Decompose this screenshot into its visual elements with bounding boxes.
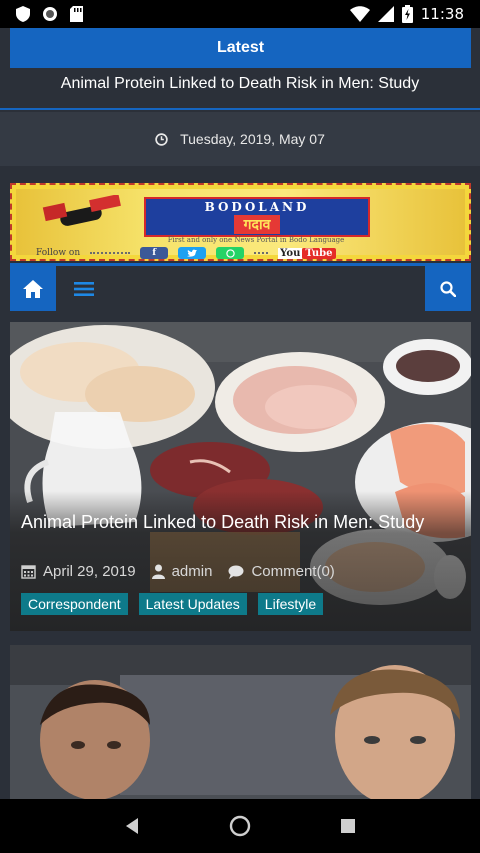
facebook-icon: f — [140, 247, 169, 259]
status-right: 11:38 — [349, 5, 464, 23]
status-bar: 11:38 — [0, 0, 480, 28]
article-image — [10, 645, 471, 800]
app-screen: 11:38 Latest Animal Protein Linked to De… — [0, 0, 480, 853]
system-nav-bar — [0, 799, 480, 853]
latest-section: Latest Animal Protein Linked to Death Ri… — [0, 28, 480, 110]
circle-icon — [43, 7, 57, 21]
recents-icon[interactable] — [340, 818, 356, 834]
home-circle-icon[interactable] — [229, 815, 251, 837]
battery-icon — [401, 5, 413, 23]
follow-label: Follow on — [36, 248, 81, 258]
main-navbar — [10, 263, 471, 311]
article-meta: April 29, 2019 admin Comment(0) — [21, 563, 335, 580]
tag-lifestyle[interactable]: Lifestyle — [257, 593, 324, 615]
user-icon — [151, 564, 165, 579]
bodoland-banner[interactable]: BODOLAND गदाव First and only one News Po… — [10, 183, 471, 261]
article-card[interactable] — [10, 645, 471, 800]
sd-card-icon — [70, 6, 83, 22]
twitter-icon — [178, 247, 207, 259]
wifi-icon — [349, 6, 370, 22]
article-title[interactable]: Animal Protein Linked to Death Risk in M… — [21, 508, 461, 536]
tag-correspondent[interactable]: Correspondent — [21, 593, 128, 615]
shield-icon — [16, 6, 30, 22]
banner-subtitle: गदाव — [233, 215, 281, 234]
banner-follow-row: Follow on f You Tube — [36, 246, 445, 259]
signal-icon — [377, 6, 394, 22]
banner-title-box: BODOLAND गदाव — [144, 197, 370, 237]
youtube-icon: You Tube — [278, 247, 336, 259]
latest-label: Latest — [10, 28, 471, 68]
clock-icon — [155, 132, 168, 146]
article-tags: Correspondent Latest Updates Lifestyle — [21, 593, 324, 615]
latest-ticker-link[interactable]: Animal Protein Linked to Death Risk in M… — [0, 75, 480, 93]
search-icon — [440, 280, 456, 297]
divider — [254, 252, 269, 254]
banner-tagline: First and only one News Portal in Bodo L… — [167, 236, 345, 244]
search-button[interactable] — [425, 266, 471, 311]
banner-title: BODOLAND — [204, 200, 310, 214]
status-left — [16, 6, 83, 22]
menu-button[interactable] — [66, 266, 102, 311]
banner-background: BODOLAND गदाव First and only one News Po… — [16, 189, 465, 259]
article-author[interactable]: admin — [151, 563, 212, 580]
date-row: Tuesday, 2019, May 07 — [0, 112, 480, 166]
microphone-icon — [42, 195, 121, 226]
whatsapp-icon — [216, 247, 245, 259]
article-date: April 29, 2019 — [21, 563, 136, 580]
status-time: 11:38 — [420, 5, 464, 23]
home-icon — [23, 279, 43, 298]
back-icon[interactable] — [124, 817, 140, 835]
article-comments[interactable]: Comment(0) — [228, 563, 335, 580]
calendar-icon — [21, 565, 36, 579]
article-card[interactable]: Animal Protein Linked to Death Risk in M… — [10, 322, 471, 631]
comment-icon — [228, 565, 244, 579]
menu-icon — [74, 281, 94, 296]
current-date: Tuesday, 2019, May 07 — [180, 131, 325, 147]
tag-latest-updates[interactable]: Latest Updates — [138, 593, 247, 615]
divider — [90, 252, 131, 254]
home-button[interactable] — [10, 266, 56, 311]
